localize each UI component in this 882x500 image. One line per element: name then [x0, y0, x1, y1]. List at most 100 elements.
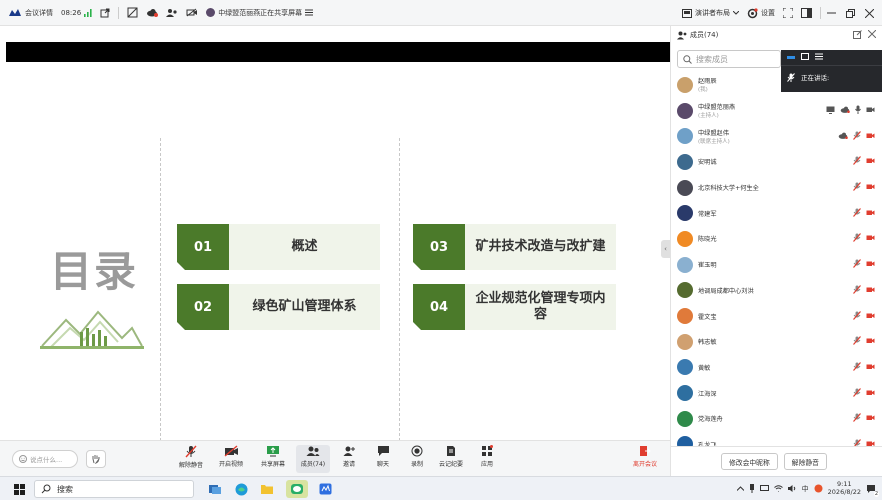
usb-icon[interactable]	[749, 483, 755, 495]
tool-label: 共享屏幕	[260, 461, 285, 468]
mic-muted-icon	[853, 182, 861, 193]
chat-quick-input[interactable]: 说点什么...	[12, 450, 78, 468]
member-search-input[interactable]: 搜索成员	[677, 50, 781, 68]
windows-start-icon[interactable]	[10, 480, 28, 498]
clock-date: 2026/8/22	[827, 488, 861, 496]
member-status-icons	[853, 200, 875, 226]
member-status-icons	[853, 278, 875, 304]
member-row[interactable]: 党海莲舟	[671, 406, 882, 432]
share-screen-button[interactable]: 共享屏幕	[256, 445, 290, 473]
unmute-button[interactable]: 解除静音	[174, 445, 208, 473]
close-icon[interactable]	[865, 8, 874, 18]
mic-muted-icon	[853, 207, 861, 219]
member-row[interactable]: 北京科技大学+何生全	[671, 175, 882, 201]
single-view-icon[interactable]	[787, 56, 795, 59]
file-explorer-icon[interactable]	[258, 480, 276, 498]
member-row[interactable]: 地调局成都中心刘洪	[671, 278, 882, 304]
mountain-logo-icon	[40, 310, 144, 349]
tool-label: 成员(74)	[300, 461, 326, 468]
member-status-icons	[838, 123, 875, 149]
collapse-panel-handle[interactable]: ‹	[661, 240, 670, 258]
presenter-layout-button[interactable]: 演讲者布局	[682, 8, 739, 18]
member-row[interactable]: 崔玉明	[671, 252, 882, 278]
member-role: (联席主持人)	[698, 138, 730, 145]
no-share-icon[interactable]	[127, 7, 138, 18]
member-status-icons	[853, 226, 875, 252]
fullscreen-icon[interactable]	[783, 8, 793, 18]
mic-muted-icon	[185, 445, 197, 458]
member-row[interactable]: 黄敏	[671, 355, 882, 381]
notification-center-icon[interactable]: 2	[866, 484, 879, 497]
member-name-block: 韩志敏	[698, 337, 717, 346]
minimize-icon[interactable]	[827, 12, 836, 14]
member-status-icons	[853, 329, 875, 355]
notes-button[interactable]: 云记纪要	[434, 445, 468, 473]
member-name-block: 地调局成都中心刘洪	[698, 286, 754, 295]
mic-muted-icon	[853, 413, 861, 424]
chat-icon	[377, 446, 389, 456]
signal-icon	[84, 8, 92, 17]
ime-icon[interactable]: 中	[802, 484, 809, 494]
meeting-toolbar: 说点什么... 解除静音 开启视频 共享屏幕 成员(74) 邀请 聊天 录制 云…	[0, 440, 670, 476]
raise-hand-button[interactable]	[86, 450, 106, 468]
antivirus-icon[interactable]	[814, 484, 823, 495]
cloud-icon[interactable]	[146, 8, 159, 17]
tool-label: 解除静音	[178, 462, 203, 469]
window-view-icon[interactable]	[801, 53, 809, 62]
system-clock[interactable]: 9:11 2026/8/22	[827, 480, 861, 497]
screen-share-status-icon	[826, 106, 835, 116]
divider-line	[399, 138, 400, 456]
invite-button[interactable]: 邀请	[332, 445, 366, 473]
leave-meeting-button[interactable]: 离开会议	[628, 445, 662, 473]
chat-button[interactable]: 聊天	[366, 445, 400, 473]
top-bar: 会议详情 08:26 中绿盟范丽燕正在共享屏幕 演讲者布局 设置	[0, 0, 882, 26]
apps-icon	[482, 445, 493, 456]
member-row[interactable]: 江海深	[671, 380, 882, 406]
meeting-app-icon[interactable]	[316, 480, 334, 498]
sidebar-toggle-icon[interactable]	[801, 8, 812, 18]
members-button[interactable]: 成员(74)	[296, 445, 330, 473]
unmute-self-button[interactable]: 解除静音	[783, 453, 827, 470]
member-role: (主持人)	[698, 113, 719, 120]
popout-icon[interactable]	[100, 8, 110, 18]
member-row[interactable]: 中绿盟赵伟 (联席主持人)	[671, 123, 882, 149]
member-row[interactable]: 韩志敏	[671, 329, 882, 355]
tray-chevron-icon[interactable]	[736, 485, 745, 493]
menu-icon[interactable]	[305, 9, 314, 16]
mic-muted-icon	[853, 259, 861, 270]
member-row[interactable]: 常建军	[671, 200, 882, 226]
agenda-text: 概述	[229, 224, 380, 270]
member-name: 霍文宝	[698, 313, 717, 321]
record-button[interactable]: 录制	[400, 445, 434, 473]
rename-button[interactable]: 修改会中昵称	[721, 453, 778, 470]
tool-label: 邀请	[342, 461, 355, 468]
meeting-window: 会议详情 08:26 中绿盟范丽燕正在共享屏幕 演讲者布局 设置 目录 01 概…	[0, 0, 882, 500]
wechat-icon[interactable]	[286, 480, 308, 498]
edge-browser-icon[interactable]	[232, 480, 250, 498]
member-name-block: 中绿盟赵伟 (联席主持人)	[698, 128, 730, 145]
participants-icon[interactable]	[166, 8, 178, 18]
volume-icon[interactable]	[787, 484, 797, 494]
close-panel-icon[interactable]	[867, 29, 877, 41]
restore-icon[interactable]	[846, 8, 855, 18]
settings-label: 设置	[761, 9, 775, 17]
member-row[interactable]: 中绿盟范丽燕 (主持人)	[671, 98, 882, 124]
popout-panel-icon[interactable]	[853, 29, 862, 41]
member-row[interactable]: 陈晓光	[671, 226, 882, 252]
settings-button[interactable]: 设置	[747, 7, 775, 19]
start-video-button[interactable]: 开启视频	[214, 445, 248, 473]
list-view-icon[interactable]	[815, 53, 823, 62]
wifi-icon[interactable]	[773, 484, 783, 494]
apps-button[interactable]: 应用	[470, 445, 504, 473]
member-row[interactable]: 安明诚	[671, 149, 882, 175]
meeting-info-button[interactable]: 会议详情	[8, 8, 53, 18]
divider-line	[160, 138, 161, 456]
video-off-small-icon[interactable]	[186, 8, 198, 17]
member-status-icons	[853, 303, 875, 329]
chevron-down-icon	[733, 11, 739, 15]
taskbar-search[interactable]: 搜索	[34, 480, 194, 498]
network-icon[interactable]	[759, 484, 769, 494]
cloud-status-icon	[840, 106, 850, 115]
member-row[interactable]: 霍文宝	[671, 303, 882, 329]
task-view-icon[interactable]	[206, 480, 224, 498]
